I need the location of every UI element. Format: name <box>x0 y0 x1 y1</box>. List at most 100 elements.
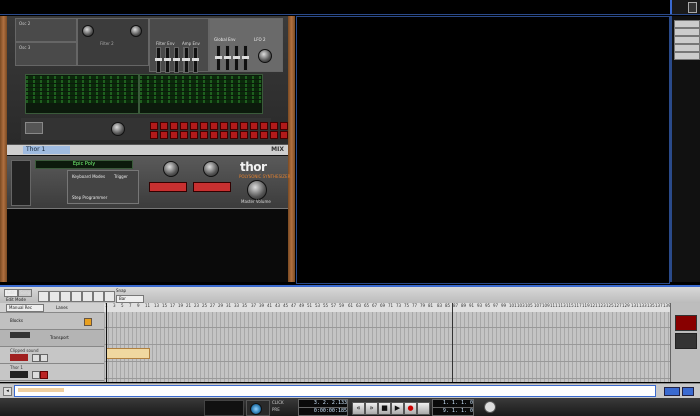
track-row-blocks[interactable]: Blocks <box>0 313 104 330</box>
device-list-item[interactable] <box>674 44 700 52</box>
mute-button[interactable] <box>32 354 40 362</box>
track-row-transport[interactable]: Transport <box>0 330 104 347</box>
button-2[interactable] <box>193 182 231 192</box>
ruler-tick: 21 <box>186 303 192 308</box>
rotary-2-knob[interactable] <box>203 161 219 177</box>
scroll-right-button[interactable] <box>682 387 694 396</box>
snap-select[interactable]: Bar <box>116 295 144 303</box>
razor-tool-icon[interactable] <box>71 291 82 302</box>
blocks-toggle[interactable] <box>84 318 92 326</box>
ruler-tick: 91 <box>469 303 475 308</box>
click-level-knob[interactable] <box>250 403 262 415</box>
ruler-tick: 133 <box>639 303 647 308</box>
thor-logo: thor <box>240 160 267 174</box>
edit-mode-label[interactable]: Edit Mode <box>6 297 26 302</box>
device-thumbnail[interactable] <box>675 333 697 349</box>
track-row-clipped-sound[interactable]: Clipped sound <box>0 347 104 364</box>
ruler-tick: 81 <box>428 303 434 308</box>
detach-icon[interactable] <box>688 2 697 13</box>
keyboard-modes-section[interactable]: Keyboard Modes Trigger Step Programmer <box>67 170 139 204</box>
ruler-tick: 49 <box>299 303 305 308</box>
tab-edit[interactable]: Edit <box>4 289 18 297</box>
rewind-button[interactable]: « <box>352 402 365 415</box>
solo-button[interactable] <box>40 354 48 362</box>
global-env-sliders[interactable] <box>214 45 250 73</box>
mod-matrix-right[interactable] <box>139 74 263 114</box>
filter-res-knob[interactable] <box>130 25 142 37</box>
osc-3-label: Osc 3 <box>19 45 31 50</box>
record-button[interactable]: ● <box>404 402 417 415</box>
click-pre-section[interactable] <box>246 400 270 416</box>
filter-knob[interactable] <box>82 25 94 37</box>
master-volume-knob[interactable] <box>247 180 267 200</box>
fast-forward-button[interactable]: » <box>365 402 378 415</box>
ruler-tick: 77 <box>412 303 418 308</box>
pre-label[interactable]: PRE <box>272 407 280 412</box>
ruler-tick: 59 <box>339 303 345 308</box>
tab-song[interactable]: Song <box>18 289 32 297</box>
stop-button[interactable]: ■ <box>378 402 391 415</box>
lfo-2-rate-knob[interactable] <box>258 49 272 63</box>
scroll-left-button[interactable]: ◂ <box>3 387 12 396</box>
right-locator-display[interactable]: 9. 1. 1. 0 <box>432 407 474 416</box>
song-time-display[interactable]: 0:00:00:185 <box>298 407 348 416</box>
top-bar <box>0 0 700 15</box>
envelope-module[interactable]: Filter Env Amp Env <box>149 18 209 101</box>
filter-2-module[interactable]: Filter 2 <box>77 18 149 66</box>
ruler-tick: 55 <box>323 303 329 308</box>
device-list-item[interactable] <box>674 36 700 44</box>
eraser-tool-icon[interactable] <box>60 291 71 302</box>
global-env-module[interactable]: Global Env LFO 2 <box>209 18 283 72</box>
osc-3-module[interactable]: Osc 3 <box>15 42 77 66</box>
overdub-button[interactable] <box>417 402 430 415</box>
lane-blocks[interactable] <box>104 312 670 328</box>
pencil-tool-icon[interactable] <box>49 291 60 302</box>
device-list-item[interactable] <box>674 20 700 28</box>
mod-matrix-left[interactable] <box>25 74 139 114</box>
button-1[interactable] <box>149 182 187 192</box>
device-strip: Thor 1 MIX <box>7 145 288 155</box>
mix-label: MIX <box>271 146 284 153</box>
overview-scrollbar[interactable] <box>14 385 656 397</box>
click-label[interactable]: CLICK <box>272 400 284 405</box>
magnify-tool-icon[interactable] <box>93 291 104 302</box>
step-seq-run-button[interactable] <box>25 122 43 134</box>
lane-transport[interactable] <box>104 328 670 345</box>
track-name: Transport <box>50 335 69 340</box>
lane-thor[interactable] <box>104 362 670 379</box>
hand-tool-icon[interactable] <box>104 291 115 302</box>
step-buttons-row-2[interactable] <box>149 131 289 141</box>
mute-tool-icon[interactable] <box>82 291 93 302</box>
lanes-label: Lanes <box>56 305 68 310</box>
step-sequencer[interactable] <box>21 118 288 140</box>
end-marker[interactable] <box>452 303 453 382</box>
record-enable-button[interactable] <box>40 371 48 379</box>
loop-button[interactable] <box>484 401 496 413</box>
thor-programmer-panel: Osc 2 Osc 3 Filter 2 Filter Env Amp Env … <box>7 16 288 145</box>
song-position-marker[interactable] <box>106 303 107 382</box>
osc-2-module[interactable]: Osc 2 <box>15 18 77 42</box>
mute-button[interactable] <box>32 371 40 379</box>
step-rate-knob[interactable] <box>111 122 125 136</box>
device-list-item[interactable] <box>674 28 700 36</box>
lane-clipped-sound[interactable] <box>104 345 670 362</box>
device-name-label[interactable]: Thor 1 <box>23 146 70 154</box>
rotary-1-knob[interactable] <box>163 161 179 177</box>
track-row-thor[interactable]: Thor 1 <box>0 364 104 381</box>
record-mode-select[interactable]: Manual Rec <box>6 304 44 312</box>
arrangement-lanes[interactable] <box>104 312 670 382</box>
snap-toggle[interactable]: Snap <box>116 288 126 293</box>
device-list-item[interactable] <box>674 52 700 60</box>
selection-tool-icon[interactable] <box>38 291 49 302</box>
device-thumbnail[interactable] <box>675 315 697 331</box>
ruler-tick: 109 <box>542 303 550 308</box>
ruler-tick: 5 <box>121 303 124 308</box>
zoom-button[interactable] <box>664 387 680 396</box>
patch-name-display[interactable]: Epic Poly <box>35 160 133 169</box>
note-clip[interactable] <box>106 348 150 359</box>
window-mini-panel[interactable] <box>670 0 700 14</box>
ruler-tick: 61 <box>348 303 354 308</box>
pitch-mod-wheels[interactable] <box>11 160 31 206</box>
device-list-panel[interactable] <box>670 16 700 282</box>
play-button[interactable]: ▶ <box>391 402 404 415</box>
